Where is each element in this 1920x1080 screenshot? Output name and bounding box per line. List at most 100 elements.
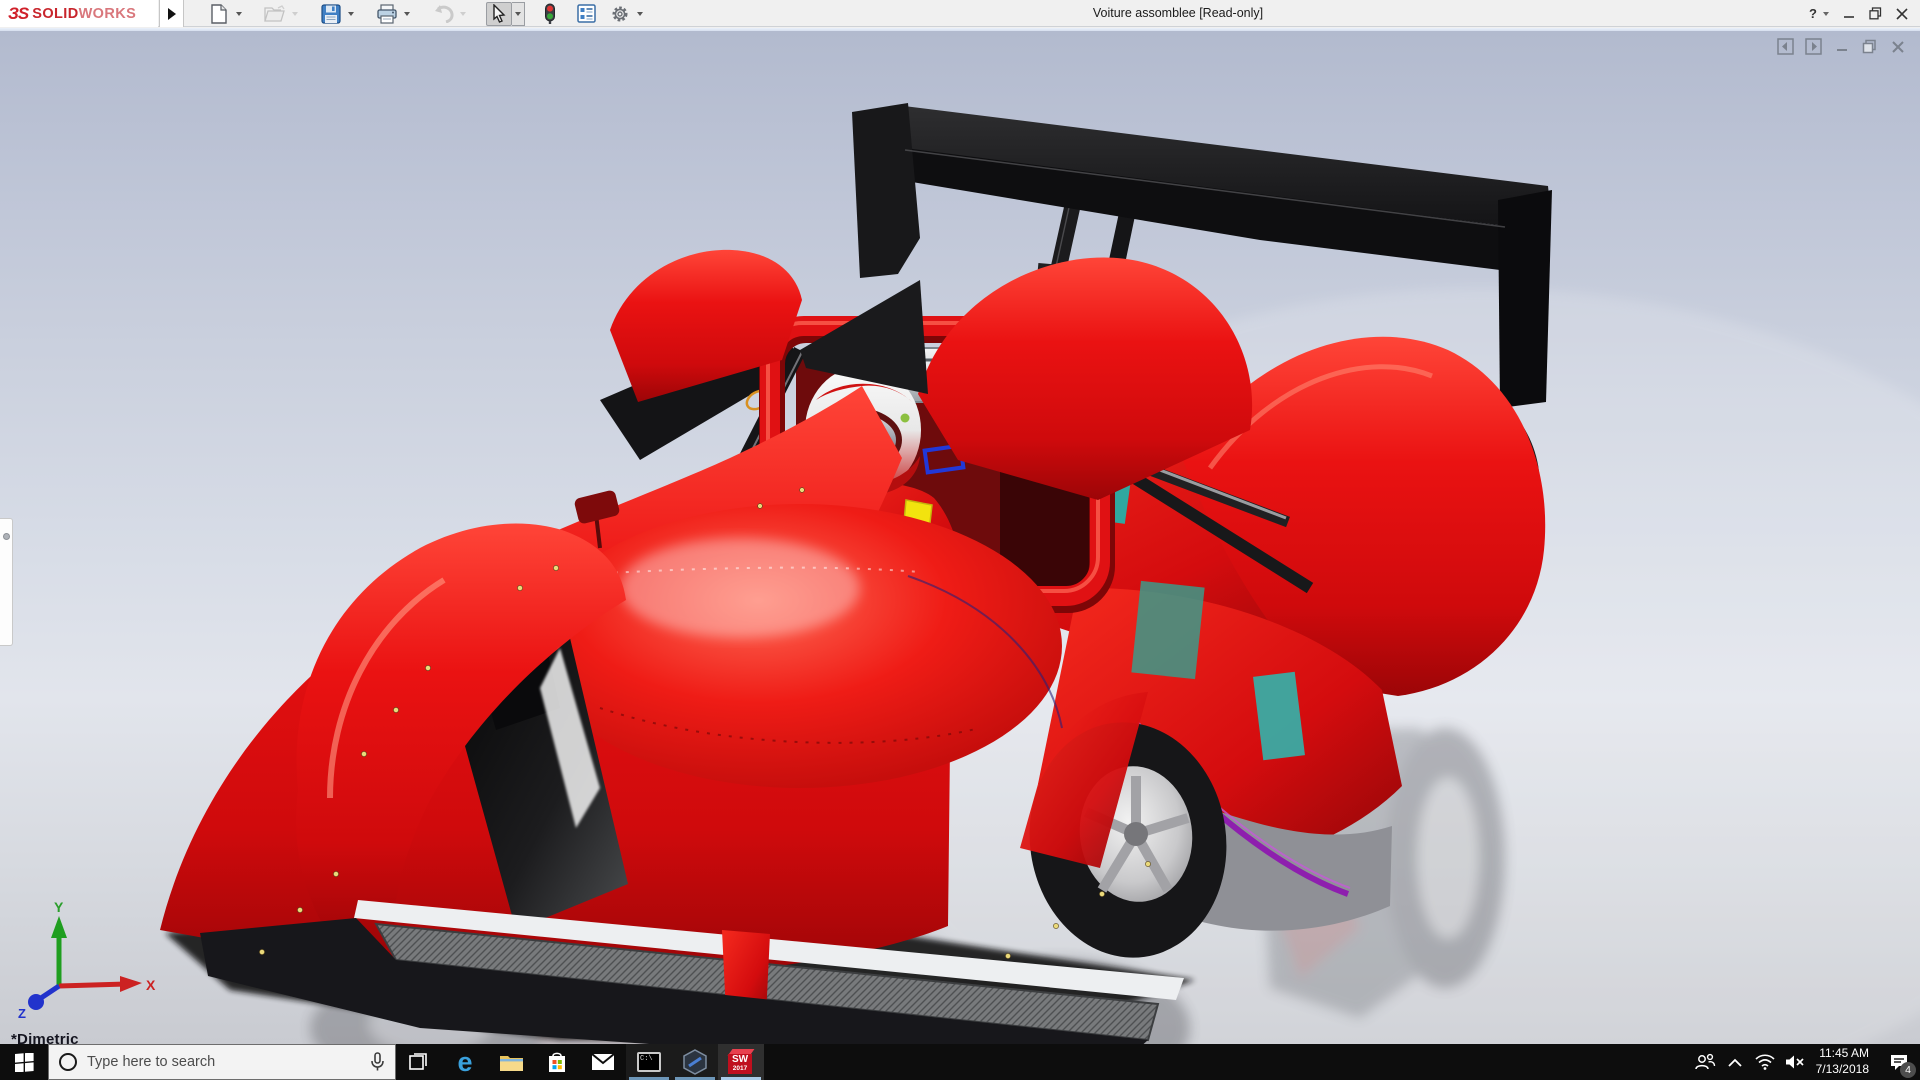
command-prompt-icon: C:\ (637, 1052, 661, 1072)
save-dropdown[interactable] (344, 2, 357, 26)
taskbar-item-edrawings[interactable] (672, 1044, 718, 1080)
title-bar: ЗS SOLIDWORKS (0, 0, 1920, 27)
pane-handle-icon (3, 533, 10, 540)
open-button[interactable] (262, 2, 288, 26)
close-button[interactable] (1896, 8, 1908, 20)
print-icon (376, 4, 398, 24)
minimize-button[interactable] (1843, 8, 1855, 20)
taskbar-item-mail[interactable] (580, 1044, 626, 1080)
triad-x-label: X (146, 977, 156, 993)
minimize-icon (1843, 8, 1855, 20)
scene-3d (0, 28, 1920, 1044)
print-dropdown[interactable] (400, 2, 413, 26)
pane-left-icon (1777, 38, 1794, 55)
save-icon (321, 4, 341, 24)
clock-date: 7/13/2018 (1816, 1062, 1869, 1078)
cortana-icon (59, 1053, 77, 1071)
taskbar-item-solidworks[interactable]: SW2017 (718, 1044, 764, 1080)
select-tool-button[interactable] (486, 2, 512, 26)
taskbar-item-command-prompt[interactable]: C:\ (626, 1044, 672, 1080)
notification-badge: 4 (1900, 1062, 1916, 1078)
help-button[interactable]: ? (1809, 6, 1817, 21)
file-explorer-icon (499, 1052, 524, 1072)
restore-button[interactable] (1869, 7, 1882, 20)
feature-manager-collapsed-tab[interactable] (0, 518, 13, 646)
mail-icon (591, 1053, 615, 1071)
orientation-triad: Y X Z (14, 898, 164, 1018)
doc-restore-icon (1862, 39, 1877, 54)
new-document-button[interactable] (206, 2, 232, 26)
network-button[interactable] (1750, 1044, 1780, 1080)
action-center-button[interactable]: 4 (1878, 1044, 1920, 1080)
print-button[interactable] (374, 2, 400, 26)
people-button[interactable] (1690, 1044, 1720, 1080)
solidworks-logo: ЗS SOLIDWORKS (0, 0, 158, 27)
collapse-left-pane-button[interactable] (1777, 38, 1794, 55)
ds-logo-icon: ЗS (8, 4, 28, 24)
doc-minimize-icon (1835, 40, 1849, 54)
undo-button[interactable] (430, 2, 456, 26)
open-dropdown[interactable] (288, 2, 301, 26)
store-icon (547, 1051, 567, 1073)
tray-overflow-button[interactable] (1720, 1044, 1750, 1080)
help-dropdown-icon[interactable] (1823, 12, 1829, 16)
restore-icon (1869, 7, 1882, 20)
new-document-icon (210, 4, 228, 24)
menu-flyout-button[interactable] (159, 0, 184, 27)
doc-restore-button[interactable] (1861, 38, 1878, 55)
solidworks-2017-icon: SW2017 (728, 1049, 754, 1075)
close-icon (1896, 8, 1908, 20)
options-button[interactable] (607, 2, 633, 26)
new-document-dropdown[interactable] (232, 2, 245, 26)
volume-button[interactable] (1780, 1044, 1810, 1080)
taskbar-clock[interactable]: 11:45 AM 7/13/2018 (1810, 1046, 1878, 1077)
open-icon (264, 5, 286, 23)
file-report-button[interactable] (573, 2, 599, 26)
task-view-icon (409, 1052, 429, 1072)
taskbar-item-edge[interactable]: e (442, 1044, 488, 1080)
collapse-right-pane-button[interactable] (1805, 38, 1822, 55)
undo-dropdown[interactable] (456, 2, 469, 26)
system-tray: 11:45 AM 7/13/2018 4 (1690, 1044, 1920, 1080)
search-placeholder: Type here to search (87, 1054, 360, 1070)
gear-icon (610, 4, 630, 24)
save-button[interactable] (318, 2, 344, 26)
window-title: Voiture assomblee [Read-only] (1093, 6, 1263, 20)
select-cursor-icon (491, 4, 507, 23)
volume-muted-icon (1785, 1054, 1805, 1070)
file-report-icon (577, 4, 596, 23)
solidworks-window: ЗS SOLIDWORKS (0, 0, 1920, 1080)
edrawings-icon (682, 1049, 708, 1075)
people-icon (1694, 1053, 1716, 1071)
document-window-controls (1777, 38, 1906, 55)
doc-close-icon (1891, 40, 1905, 54)
doc-close-button[interactable] (1889, 38, 1906, 55)
graphics-area[interactable]: Y X Z *Dimetric (0, 28, 1920, 1044)
car-model[interactable] (160, 103, 1552, 1044)
pane-right-icon (1805, 38, 1822, 55)
wifi-icon (1755, 1054, 1775, 1070)
taskbar-item-file-explorer[interactable] (488, 1044, 534, 1080)
undo-icon (432, 5, 454, 23)
windows-logo-icon (15, 1053, 34, 1072)
taskbar-search-input[interactable]: Type here to search (48, 1044, 396, 1080)
triad-y-label: Y (54, 899, 64, 915)
triad-z-label: Z (18, 1006, 26, 1018)
taskbar-item-store[interactable] (534, 1044, 580, 1080)
options-dropdown[interactable] (633, 2, 646, 26)
select-tool-dropdown[interactable] (512, 2, 525, 26)
flyout-arrow-icon (168, 8, 176, 20)
doc-minimize-button[interactable] (1833, 38, 1850, 55)
brand-solid-text: SOLID (32, 6, 78, 22)
view-indicator-button[interactable] (537, 2, 563, 26)
start-button[interactable] (0, 1044, 48, 1080)
microphone-icon[interactable] (370, 1052, 385, 1072)
clock-time: 11:45 AM (1816, 1046, 1869, 1062)
task-view-button[interactable] (396, 1044, 442, 1080)
traffic-light-icon (544, 3, 556, 24)
brand-works-text: WORKS (79, 6, 137, 22)
windows-taskbar: Type here to search e C:\ SW2017 (0, 1044, 1920, 1080)
quick-access-toolbar (206, 0, 663, 27)
edge-icon: e (457, 1049, 472, 1076)
chevron-up-icon (1728, 1058, 1742, 1067)
